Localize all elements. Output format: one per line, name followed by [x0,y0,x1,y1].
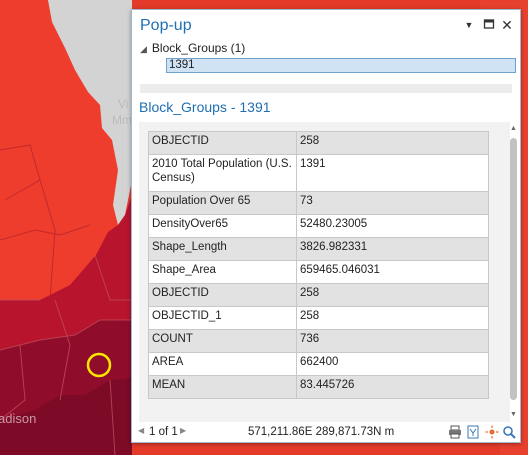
table-row: OBJECTID 258 [148,283,489,307]
field-name: Population Over 65 [148,191,297,215]
table-row: MEAN 83.445726 [148,375,489,399]
table-row: Population Over 65 73 [148,191,489,215]
feature-title: Block_Groups - 1391 [139,99,271,115]
table-row: 2010 Total Population (U.S. Census) 1391 [148,154,489,192]
maximize-icon[interactable] [482,18,496,32]
scrollbar-thumb[interactable] [510,138,517,400]
field-value: 3826.982331 [296,237,489,261]
previous-feature-icon[interactable]: ◀ [138,426,144,435]
field-name: 2010 Total Population (U.S. Census) [148,154,297,192]
map-label-city-2: Mm [112,113,132,127]
map-label-madison: adison [0,411,36,426]
attribute-table: OBJECTID 258 2010 Total Population (U.S. … [148,131,489,399]
popup-pane: Pop-up ▼ ✕ ◢ Block_Groups (1) 1391 Block_… [131,9,521,443]
next-feature-icon[interactable]: ▶ [180,426,186,435]
export-icon[interactable] [466,425,480,439]
table-row: Shape_Length 3826.982331 [148,237,489,261]
field-value: 52480.23005 [296,214,489,238]
field-value: 659465.046031 [296,260,489,284]
coordinate-readout: 571,211.86E 289,871.73N m [248,426,395,438]
field-name: DensityOver65 [148,214,297,238]
table-row: OBJECTID 258 [148,131,489,155]
splitter[interactable] [140,84,512,93]
flash-icon[interactable] [485,425,499,439]
field-value: 83.445726 [296,375,489,399]
field-name: AREA [148,352,297,376]
field-name: OBJECTID [148,283,297,307]
zoom-to-icon[interactable] [502,425,516,439]
table-row: AREA 662400 [148,352,489,376]
field-name: Shape_Length [148,237,297,261]
dropdown-icon[interactable]: ▼ [462,18,476,32]
attribute-table-area: OBJECTID 258 2010 Total Population (U.S. … [139,122,510,422]
feature-list-item[interactable]: 1391 [166,58,516,73]
field-value: 73 [296,191,489,215]
scroll-down-icon[interactable]: ▼ [508,410,519,420]
field-value: 662400 [296,352,489,376]
pager-text: 1 of 1 [149,426,178,438]
table-row: OBJECTID_1 258 [148,306,489,330]
vertical-scrollbar[interactable]: ▲ ▼ [508,122,519,422]
print-icon[interactable] [448,425,462,439]
layer-name: Block_Groups (1) [151,41,246,55]
close-icon[interactable]: ✕ [500,18,514,32]
field-name: MEAN [148,375,297,399]
field-value: 258 [296,131,489,155]
field-name: Shape_Area [148,260,297,284]
popup-status-bar: ◀ 1 of 1 ▶ 571,211.86E 289,871.73N m [132,423,520,443]
field-value: 258 [296,283,489,307]
popup-titlebar[interactable]: Pop-up ▼ ✕ [132,10,520,40]
field-name: OBJECTID_1 [148,306,297,330]
field-name: OBJECTID [148,131,297,155]
popup-title: Pop-up [140,17,192,34]
field-value: 1391 [296,154,489,192]
field-name: COUNT [148,329,297,353]
field-value: 258 [296,306,489,330]
table-row: COUNT 736 [148,329,489,353]
layer-tree-node[interactable]: ◢ Block_Groups (1) [140,41,245,55]
field-value: 736 [296,329,489,353]
table-row: DensityOver65 52480.23005 [148,214,489,238]
map-label-city: Vi [118,97,128,111]
scroll-up-icon[interactable]: ▲ [508,124,519,134]
collapse-arrow-icon[interactable]: ◢ [140,44,147,54]
table-row: Shape_Area 659465.046031 [148,260,489,284]
